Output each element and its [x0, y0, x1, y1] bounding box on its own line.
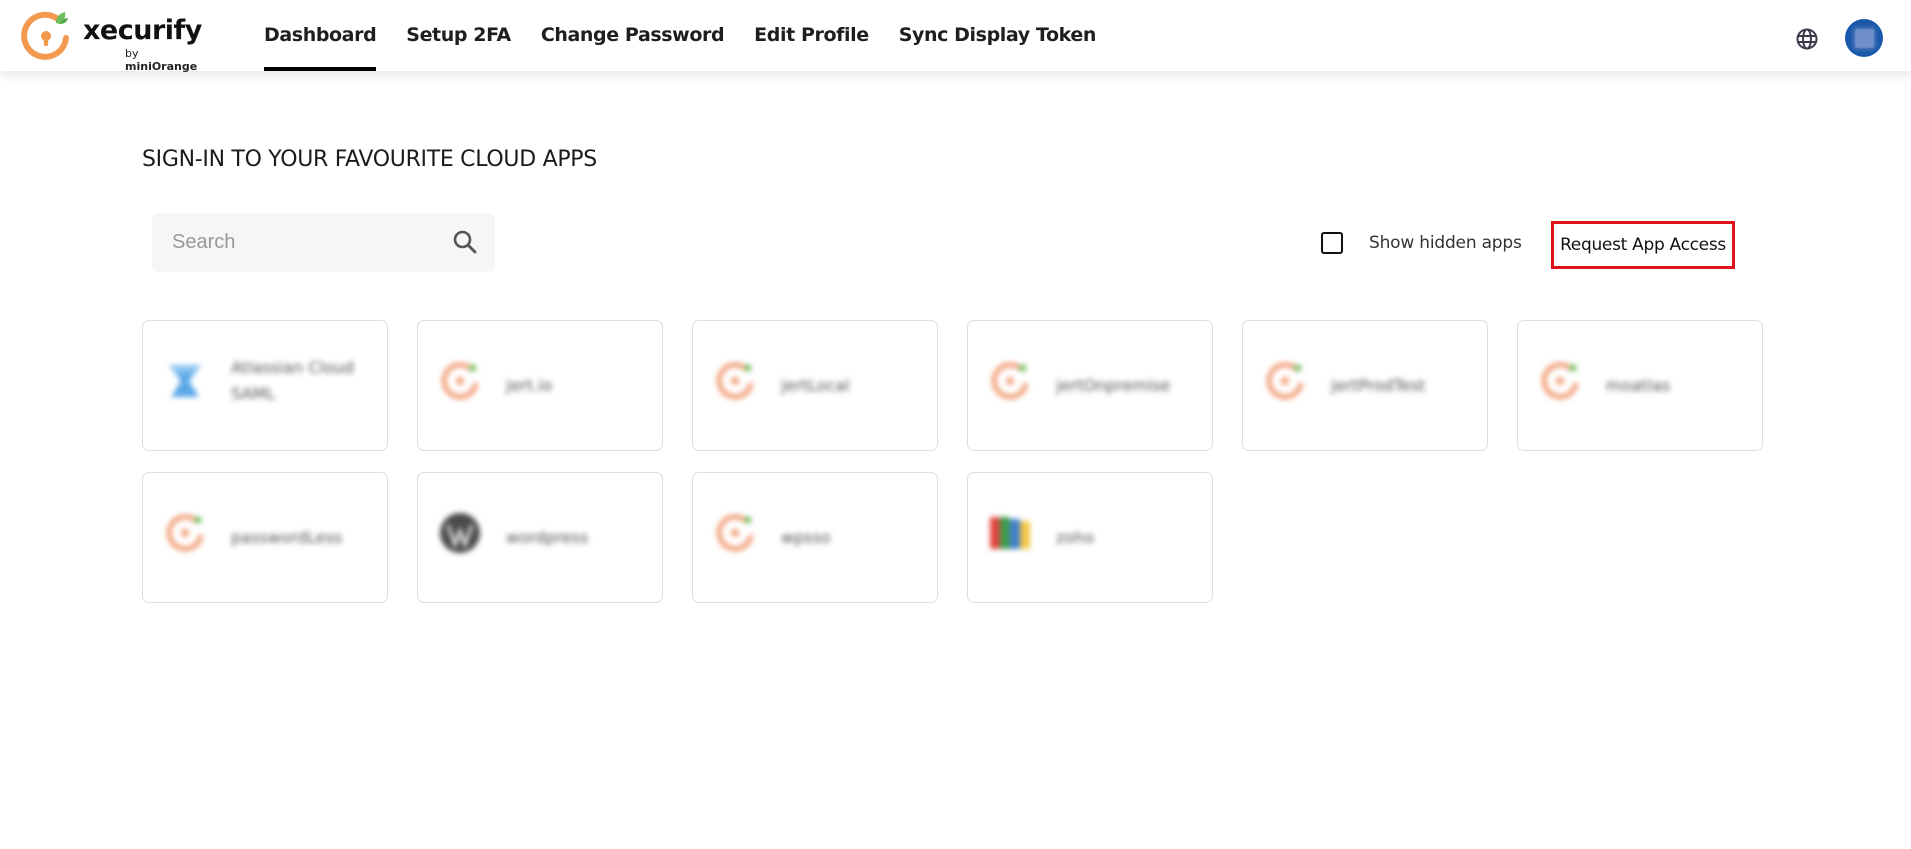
show-hidden-apps-label: Show hidden apps	[1369, 233, 1522, 253]
app-card[interactable]: moatlas	[1517, 320, 1763, 451]
brand-name: xecurify	[83, 15, 202, 46]
globe-icon[interactable]	[1795, 27, 1819, 51]
app-card[interactable]: jertOnpremise	[967, 320, 1213, 451]
app-name: moatlas	[1606, 375, 1671, 395]
nav-tab-dashboard[interactable]: Dashboard	[264, 0, 377, 71]
avatar-image	[1854, 28, 1874, 48]
nav-tab-label: Edit Profile	[754, 23, 869, 46]
nav-tab-sync-display-token[interactable]: Sync Display Token	[898, 0, 1097, 71]
xecurify-app-logo-icon	[1266, 362, 1304, 400]
app-name: wordpress	[506, 527, 589, 547]
zoho-logo-icon	[990, 517, 1030, 549]
app-card[interactable]: wpsso	[692, 472, 938, 603]
search-field	[152, 213, 495, 272]
nav-tab-label: Setup 2FA	[406, 23, 511, 46]
show-hidden-apps-checkbox[interactable]	[1321, 232, 1343, 254]
xecurify-app-logo-icon	[991, 362, 1029, 400]
user-avatar[interactable]	[1845, 19, 1883, 57]
xecurify-app-logo-icon	[716, 514, 754, 552]
app-card[interactable]: jert.io	[417, 320, 663, 451]
top-header: xecurify by miniOrange Dashboard Setup 2…	[0, 0, 1911, 73]
app-card[interactable]: jertProdTest	[1242, 320, 1488, 451]
app-name: wpsso	[781, 527, 831, 547]
brand-byline: by miniOrange	[125, 47, 209, 73]
nav-tab-change-password[interactable]: Change Password	[540, 0, 725, 71]
app-name: jert.io	[506, 375, 553, 395]
app-name: jertOnpremise	[1056, 375, 1171, 395]
atlassian-logo-icon	[169, 365, 201, 397]
nav-tab-label: Change Password	[540, 23, 725, 46]
nav-tab-label: Dashboard	[264, 23, 377, 46]
app-card[interactable]: jertLocal	[692, 320, 938, 451]
show-hidden-apps-toggle[interactable]: Show hidden apps	[1321, 232, 1522, 254]
app-card[interactable]: zoho	[967, 472, 1213, 603]
app-name: zoho	[1056, 527, 1095, 547]
search-icon[interactable]	[452, 229, 478, 255]
app-name: passwordLess	[231, 527, 343, 547]
app-card[interactable]: Atlassian Cloud SAML	[142, 320, 388, 451]
xecurify-app-logo-icon	[441, 362, 479, 400]
page-title: SIGN-IN TO YOUR FAVOURITE CLOUD APPS	[142, 147, 597, 172]
xecurify-app-logo-icon	[166, 514, 204, 552]
byline-prefix: by	[125, 47, 139, 60]
xecurify-app-logo-icon	[1541, 362, 1579, 400]
main-nav: Dashboard Setup 2FA Change Password Edit…	[264, 0, 1126, 71]
app-card[interactable]: wordpress	[417, 472, 663, 603]
byline-company: miniOrange	[125, 60, 198, 73]
nav-tab-edit-profile[interactable]: Edit Profile	[754, 0, 869, 71]
app-name: jertProdTest	[1331, 375, 1426, 395]
wordpress-logo-icon	[440, 513, 480, 553]
brand-logo[interactable]: xecurify by miniOrange	[19, 9, 209, 73]
nav-tab-setup-2fa[interactable]: Setup 2FA	[406, 0, 511, 71]
app-name: jertLocal	[781, 375, 850, 395]
search-input[interactable]	[172, 222, 442, 263]
xecurify-logo-icon	[21, 11, 69, 60]
request-app-access-button[interactable]: Request App Access	[1551, 221, 1735, 269]
nav-tab-label: Sync Display Token	[898, 23, 1097, 46]
app-name: Atlassian Cloud SAML	[231, 358, 355, 403]
app-card[interactable]: passwordLess	[142, 472, 388, 603]
xecurify-app-logo-icon	[716, 362, 754, 400]
